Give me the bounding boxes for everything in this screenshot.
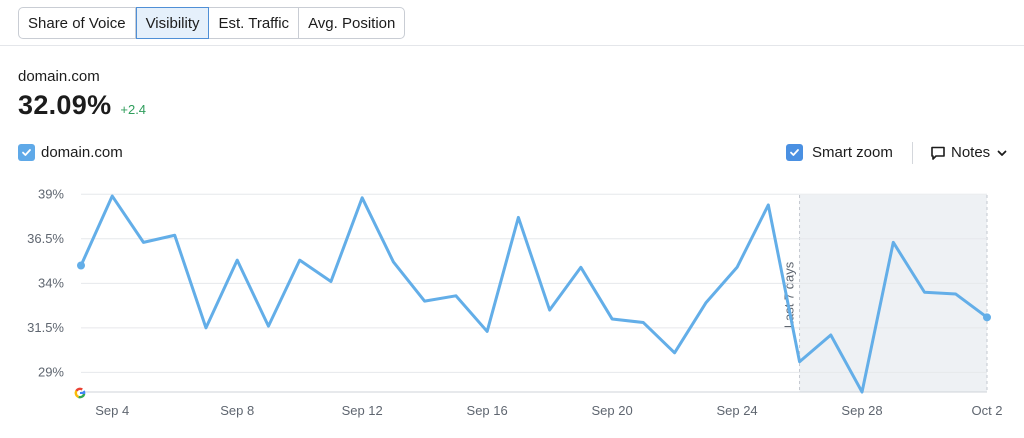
series-end-point bbox=[983, 313, 991, 322]
visibility-line-chart: Last 7 days 39%36.5%34%31.5%29% Sep 4 Sep… bbox=[27, 186, 1002, 418]
y-tick-label: 29% bbox=[38, 364, 64, 379]
smart-zoom-toggle[interactable]: Smart zoom bbox=[786, 144, 893, 161]
chevron-down-icon bbox=[996, 147, 1008, 159]
x-tick-label: Sep 20 bbox=[592, 403, 633, 418]
x-tick-label: Sep 28 bbox=[841, 403, 882, 418]
y-axis-labels: 39% 36.5% 34% 31.5% 29% bbox=[27, 186, 64, 379]
tab-share-of-voice[interactable]: Share of Voice bbox=[19, 8, 136, 38]
last-7-days-band bbox=[799, 195, 987, 392]
y-tick-label: 31.5% bbox=[27, 320, 64, 335]
x-tick-label: Sep 8 bbox=[220, 403, 254, 418]
x-axis-labels: Sep 4 Sep 8 Sep 12 Sep 16 Sep 20 Sep 24 Sep 28… bbox=[95, 403, 1002, 418]
tab-avg-position[interactable]: Avg. Position bbox=[299, 8, 404, 38]
google-icon-arc bbox=[78, 393, 86, 399]
metric-value: 32.09% bbox=[18, 90, 112, 120]
last-7-days-label: Last 7 days bbox=[782, 261, 797, 328]
google-icon-arc bbox=[75, 387, 83, 392]
x-tick-label: Oct 2 bbox=[971, 403, 1002, 418]
y-tick-label: 34% bbox=[38, 275, 64, 290]
y-tick-label: 36.5% bbox=[27, 231, 64, 246]
series-legend[interactable]: domain.com bbox=[18, 144, 123, 161]
tab-visibility[interactable]: Visibility bbox=[135, 7, 210, 39]
metric-tabs: Share of Voice Visibility Est. Traffic A… bbox=[18, 7, 406, 39]
smart-zoom-label: Smart zoom bbox=[812, 144, 893, 161]
google-icon bbox=[74, 387, 86, 399]
checkbox-checked-icon[interactable] bbox=[786, 144, 803, 161]
header-divider bbox=[0, 45, 1024, 46]
checkbox-checked-icon[interactable] bbox=[18, 144, 35, 161]
x-tick-label: Sep 12 bbox=[342, 403, 383, 418]
y-tick-label: 39% bbox=[38, 186, 64, 201]
controls-separator bbox=[912, 142, 913, 164]
note-icon bbox=[930, 145, 946, 161]
x-tick-label: Sep 4 bbox=[95, 403, 129, 418]
x-tick-label: Sep 16 bbox=[467, 403, 508, 418]
series-start-point bbox=[77, 261, 85, 270]
notes-dropdown[interactable]: Notes bbox=[930, 144, 1008, 161]
google-icon-arc bbox=[74, 390, 80, 399]
tab-est-traffic[interactable]: Est. Traffic bbox=[209, 8, 300, 38]
x-tick-label: Sep 24 bbox=[716, 403, 757, 418]
domain-name: domain.com bbox=[18, 68, 100, 85]
notes-label: Notes bbox=[951, 144, 991, 161]
legend-series-label: domain.com bbox=[41, 144, 123, 161]
metric-summary: 32.09% +2.4 bbox=[18, 90, 146, 121]
metric-delta: +2.4 bbox=[120, 102, 147, 117]
